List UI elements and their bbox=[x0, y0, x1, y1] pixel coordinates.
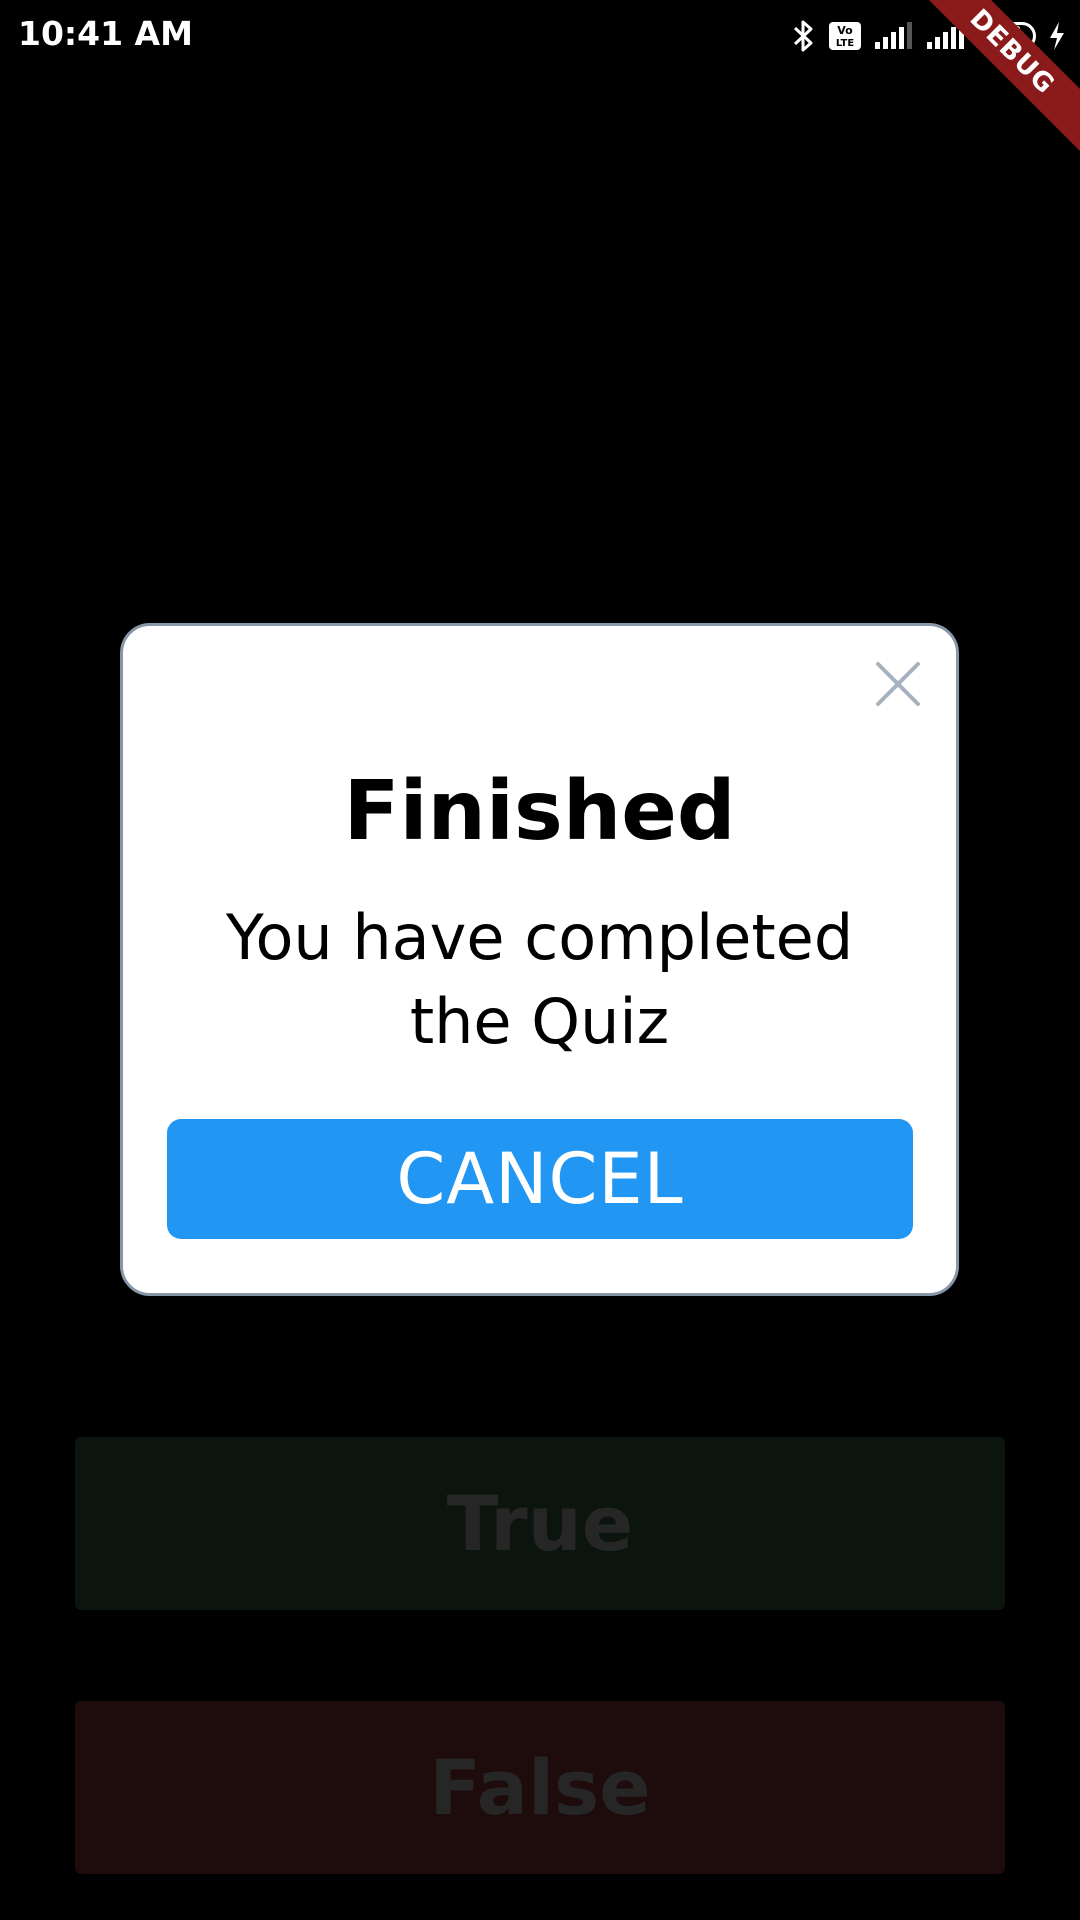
bluetooth-icon bbox=[793, 20, 813, 52]
charging-icon bbox=[1050, 22, 1064, 50]
dialog-message: You have completed the Quiz bbox=[225, 901, 854, 1058]
cancel-button[interactable]: CANCEL bbox=[167, 1119, 913, 1239]
svg-text:Vo: Vo bbox=[837, 24, 853, 37]
status-bar: 10:41 AM Vo LTE bbox=[0, 0, 1080, 72]
close-icon[interactable] bbox=[870, 656, 926, 712]
signal-icon bbox=[875, 22, 912, 49]
svg-text:LTE: LTE bbox=[836, 38, 855, 49]
status-time: 10:41 AM bbox=[18, 14, 193, 53]
screen: 10:41 AM Vo LTE DEBUG True False Finishe… bbox=[0, 0, 1080, 1920]
false-button[interactable]: False bbox=[75, 1701, 1005, 1874]
finished-dialog: Finished You have completed the Quiz CAN… bbox=[120, 623, 959, 1296]
volte-icon: Vo LTE bbox=[829, 22, 861, 50]
true-button[interactable]: True bbox=[75, 1437, 1005, 1610]
dialog-title: Finished bbox=[343, 764, 736, 859]
